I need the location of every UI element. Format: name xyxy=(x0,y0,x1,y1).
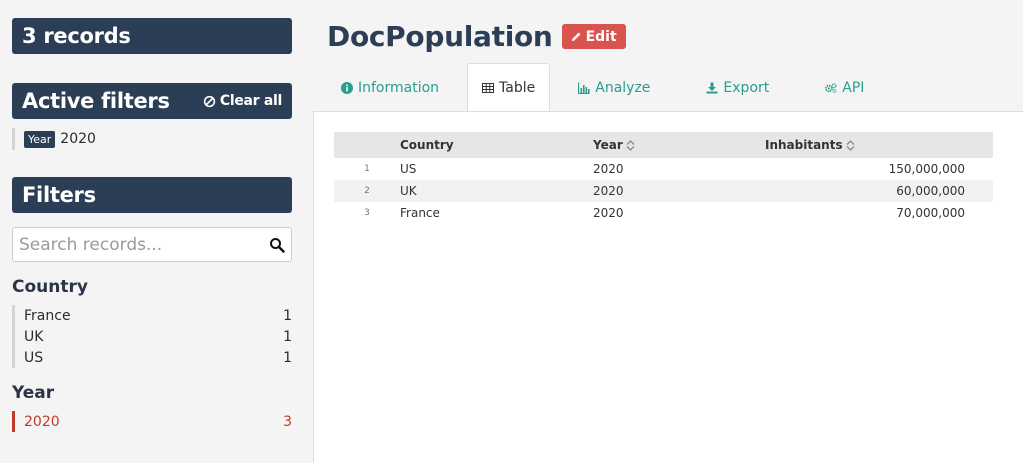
table-panel: Country Year Inhabitants 1 US 2020 150,0… xyxy=(313,111,1023,463)
tab-label: API xyxy=(842,79,865,96)
facet-item-2020[interactable]: 2020 3 xyxy=(15,411,292,432)
column-header-year[interactable]: Year xyxy=(593,132,765,158)
active-filters-title: Active filters xyxy=(22,89,170,113)
column-header-label: Inhabitants xyxy=(765,138,843,152)
column-header-label: Year xyxy=(593,138,623,152)
search-icon[interactable] xyxy=(269,237,285,253)
facet-item-us[interactable]: US 1 xyxy=(15,347,292,368)
table-row: 1 US 2020 150,000,000 xyxy=(334,158,993,180)
search-box xyxy=(12,227,292,262)
facet-label: US xyxy=(24,349,44,366)
tab-label: Table xyxy=(499,80,536,96)
tab-table[interactable]: Table xyxy=(467,63,551,112)
tab-bar: Information Table Analyze Export API xyxy=(313,63,892,112)
facet-list-country: France 1 UK 1 US 1 xyxy=(12,305,292,368)
facet-list-year: 2020 3 xyxy=(12,411,292,432)
sidebar: 3 records Active filters Clear all Year … xyxy=(12,18,292,432)
filters-header: Filters xyxy=(12,177,292,213)
download-icon xyxy=(706,82,718,93)
facet-count: 1 xyxy=(283,307,292,324)
cell-inhabitants: 70,000,000 xyxy=(896,206,965,220)
cell-inhabitants: 60,000,000 xyxy=(896,184,965,198)
row-index: 3 xyxy=(364,208,370,218)
sort-icon[interactable] xyxy=(626,140,635,151)
facet-label: 2020 xyxy=(24,413,60,430)
pencil-icon xyxy=(571,32,581,42)
records-count-header: 3 records xyxy=(12,18,292,54)
tab-label: Information xyxy=(358,79,440,96)
facet-count: 1 xyxy=(283,349,292,366)
column-header-label: Country xyxy=(400,138,454,152)
edit-label: Edit xyxy=(585,28,617,45)
row-index: 1 xyxy=(364,164,370,174)
table-row: 3 France 2020 70,000,000 xyxy=(334,202,993,224)
active-filter-item[interactable]: Year 2020 xyxy=(12,128,292,150)
facet-title-country: Country xyxy=(12,277,88,297)
ban-icon xyxy=(203,95,216,107)
clear-all-button[interactable]: Clear all xyxy=(203,93,282,109)
facet-label: France xyxy=(24,307,71,324)
facet-count: 1 xyxy=(283,328,292,345)
cell-year: 2020 xyxy=(593,162,624,176)
info-circle-icon xyxy=(341,81,353,94)
facet-item-france[interactable]: France 1 xyxy=(15,305,292,326)
cell-country: US xyxy=(400,162,417,176)
gears-icon xyxy=(825,82,837,93)
facet-title-year: Year xyxy=(12,383,55,403)
facet-count: 3 xyxy=(283,413,292,430)
cell-country: UK xyxy=(400,184,417,198)
page-header: DocPopulation Edit xyxy=(327,20,626,53)
tab-information[interactable]: Information xyxy=(313,63,467,112)
active-filter-tag: Year xyxy=(24,130,56,148)
cell-year: 2020 xyxy=(593,206,624,220)
edit-button[interactable]: Edit xyxy=(561,24,626,49)
tab-export[interactable]: Export xyxy=(678,63,797,112)
records-table: Country Year Inhabitants 1 US 2020 150,0… xyxy=(334,132,993,224)
tab-analyze[interactable]: Analyze xyxy=(550,63,678,112)
facet-label: UK xyxy=(24,328,44,345)
table-icon xyxy=(482,83,495,93)
row-index: 2 xyxy=(364,186,370,196)
tab-label: Export xyxy=(723,79,770,96)
table-header-row: Country Year Inhabitants xyxy=(334,132,993,158)
bar-chart-icon xyxy=(578,82,590,94)
records-count: 3 records xyxy=(22,24,131,48)
facet-item-uk[interactable]: UK 1 xyxy=(15,326,292,347)
filters-title: Filters xyxy=(22,183,96,207)
column-header-country[interactable]: Country xyxy=(400,132,593,158)
sort-icon[interactable] xyxy=(846,140,855,151)
table-row: 2 UK 2020 60,000,000 xyxy=(334,180,993,202)
clear-all-label: Clear all xyxy=(219,93,282,109)
search-input[interactable] xyxy=(19,234,269,255)
column-header-inhabitants[interactable]: Inhabitants xyxy=(765,132,993,158)
tab-api[interactable]: API xyxy=(797,63,892,112)
tab-label: Analyze xyxy=(595,79,651,96)
cell-year: 2020 xyxy=(593,184,624,198)
page-title: DocPopulation xyxy=(327,20,553,53)
index-column-header xyxy=(334,132,400,158)
active-filter-value: 2020 xyxy=(60,131,96,147)
cell-country: France xyxy=(400,206,440,220)
cell-inhabitants: 150,000,000 xyxy=(888,162,965,176)
active-filters-header: Active filters Clear all xyxy=(12,83,292,119)
